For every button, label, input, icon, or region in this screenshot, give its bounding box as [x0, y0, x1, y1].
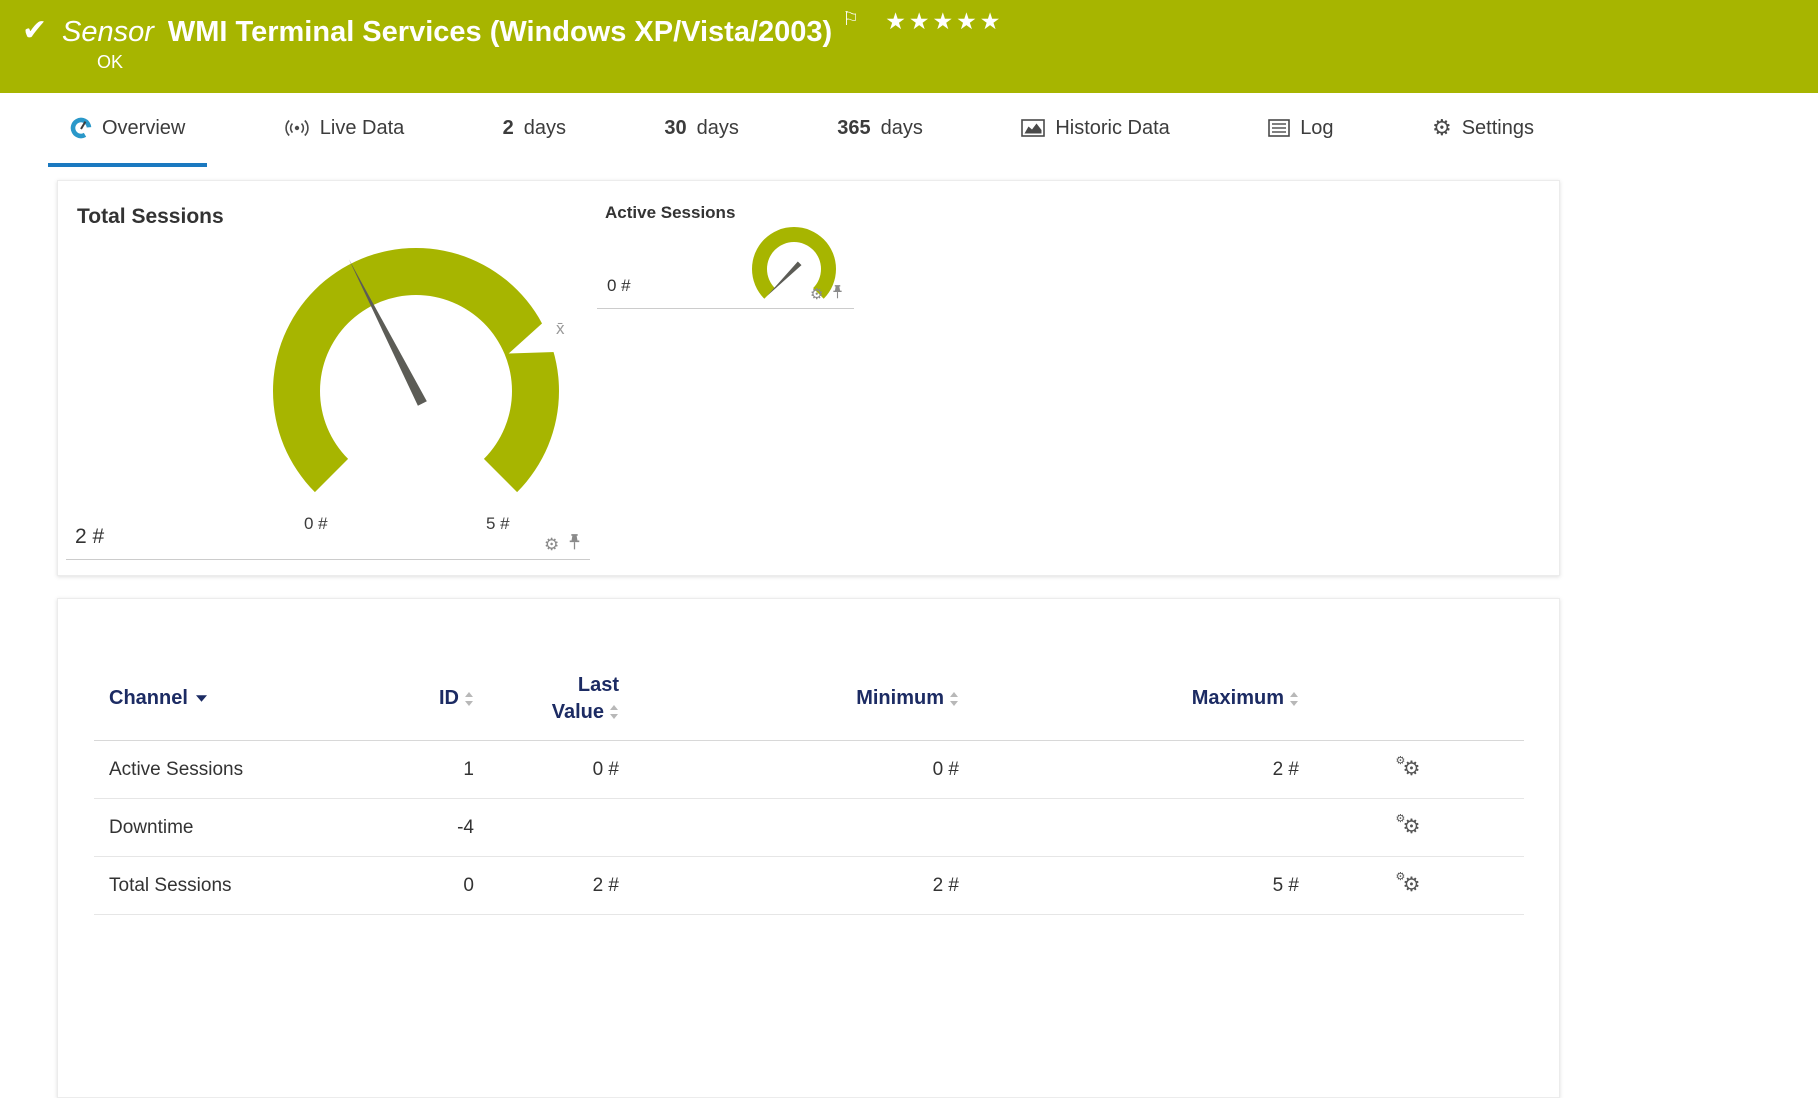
table-row[interactable]: Total Sessions 0 2 # 2 # 5 # ⚙ ⚙ — [94, 857, 1524, 915]
tab-30-days[interactable]: 30 days — [642, 93, 761, 167]
active-sessions-gauge-title: Active Sessions — [605, 203, 735, 223]
gauge-scale-min: 0 # — [304, 514, 328, 534]
channel-id: 0 — [404, 875, 474, 897]
widget-divider — [66, 559, 590, 560]
log-list-icon — [1268, 119, 1290, 137]
tab-number: 30 — [664, 117, 686, 140]
tab-label: Overview — [102, 117, 185, 140]
column-header-last-value[interactable]: Last Value — [474, 672, 619, 726]
column-header-minimum[interactable]: Minimum — [619, 687, 959, 710]
historic-data-chart-icon — [1021, 119, 1045, 138]
widget-divider — [597, 308, 854, 309]
widget-pin-icon[interactable] — [568, 533, 581, 555]
tab-label: days — [881, 117, 923, 140]
table-header-row: Channel ID Last Value — [94, 657, 1524, 741]
status-check-icon: ✔ — [22, 16, 47, 46]
channels-panel: Channel ID Last Value — [57, 598, 1560, 1098]
column-header-id[interactable]: ID — [404, 687, 474, 710]
gauge-scale-max: 5 # — [486, 514, 510, 534]
tab-365-days[interactable]: 365 days — [815, 93, 945, 167]
column-header-label: Channel — [109, 687, 188, 710]
widget-gear-icon[interactable]: ⚙ — [810, 287, 823, 302]
channel-id: -4 — [404, 817, 474, 839]
tab-overview[interactable]: Overview — [48, 93, 207, 167]
widget-pin-icon[interactable] — [832, 284, 843, 304]
channel-maximum: 5 # — [959, 875, 1299, 897]
channel-name: Total Sessions — [94, 875, 404, 897]
channel-maximum: 2 # — [959, 759, 1299, 781]
column-header-channel[interactable]: Channel — [94, 687, 404, 710]
small-gear-icon: ⚙ — [1396, 754, 1406, 767]
total-sessions-widget-icons: ⚙ — [544, 533, 581, 555]
priority-flag-icon[interactable]: ⚐ — [842, 9, 859, 30]
gauges-panel: Total Sessions x̄ 0 # 5 # 2 # ⚙ Active S… — [57, 180, 1560, 576]
total-sessions-gauge-title: Total Sessions — [77, 205, 224, 229]
table-row[interactable]: Downtime -4 ⚙ ⚙ — [94, 799, 1524, 857]
channel-name: Active Sessions — [94, 759, 404, 781]
sort-toggle-icon — [949, 691, 959, 707]
channel-minimum: 2 # — [619, 875, 959, 897]
total-sessions-value: 2 # — [75, 525, 104, 549]
sort-toggle-icon — [464, 691, 474, 707]
channel-id: 1 — [404, 759, 474, 781]
tab-label: Settings — [1462, 117, 1534, 140]
channels-table: Channel ID Last Value — [94, 657, 1524, 915]
column-header-label: Value — [552, 699, 604, 726]
widget-gear-icon[interactable]: ⚙ — [544, 536, 559, 553]
total-sessions-gauge — [226, 226, 606, 556]
column-header-label: Last — [578, 672, 619, 699]
tab-log[interactable]: Log — [1246, 93, 1355, 167]
tab-bar: Overview Live Data 2 days 30 days 365 da… — [48, 93, 1556, 167]
channel-minimum: 0 # — [619, 759, 959, 781]
column-header-label: ID — [439, 687, 459, 710]
sort-toggle-icon — [609, 704, 619, 720]
column-header-label: Minimum — [856, 687, 944, 710]
priority-stars[interactable]: ★★★★★ — [885, 8, 1003, 34]
gauge-icon — [70, 117, 92, 139]
mean-marker: x̄ — [556, 319, 565, 339]
tab-number: 2 — [503, 117, 514, 140]
tab-number: 365 — [837, 117, 870, 140]
tab-settings[interactable]: ⚙ Settings — [1410, 93, 1556, 167]
sort-toggle-icon — [1289, 691, 1299, 707]
column-header-label: Maximum — [1192, 687, 1284, 710]
channel-last-value: 2 # — [474, 875, 619, 897]
channel-name: Downtime — [94, 817, 404, 839]
channel-settings-gear-icon[interactable]: ⚙ ⚙ — [1403, 875, 1421, 897]
sensor-status: OK — [97, 52, 123, 73]
sensor-header: ✔ Sensor WMI Terminal Services (Windows X… — [0, 0, 1818, 93]
small-gear-icon: ⚙ — [1396, 812, 1406, 825]
tab-live-data[interactable]: Live Data — [262, 93, 427, 167]
object-kind-label: Sensor — [62, 16, 154, 48]
active-sessions-widget-icons: ⚙ — [810, 284, 843, 304]
tab-historic-data[interactable]: Historic Data — [999, 93, 1191, 167]
channel-last-value: 0 # — [474, 759, 619, 781]
sensor-title-row: Sensor WMI Terminal Services (Windows XP/… — [62, 8, 1003, 49]
tab-2-days[interactable]: 2 days — [481, 93, 588, 167]
sort-desc-icon — [196, 695, 207, 702]
small-gear-icon: ⚙ — [1396, 870, 1406, 883]
tab-label: days — [524, 117, 566, 140]
channel-settings-gear-icon[interactable]: ⚙ ⚙ — [1403, 759, 1421, 781]
tab-label: Log — [1300, 117, 1333, 140]
tab-label: Historic Data — [1055, 117, 1169, 140]
table-row[interactable]: Active Sessions 1 0 # 0 # 2 # ⚙ ⚙ — [94, 741, 1524, 799]
channel-settings-gear-icon[interactable]: ⚙ ⚙ — [1403, 817, 1421, 839]
column-header-maximum[interactable]: Maximum — [959, 687, 1299, 710]
sensor-title: WMI Terminal Services (Windows XP/Vista/… — [168, 16, 832, 48]
active-sessions-value: 0 # — [607, 276, 631, 296]
active-sessions-gauge — [739, 217, 849, 321]
live-data-icon — [284, 118, 310, 138]
tab-label: Live Data — [320, 117, 405, 140]
tab-label: days — [697, 117, 739, 140]
settings-gear-icon: ⚙ — [1432, 117, 1452, 139]
